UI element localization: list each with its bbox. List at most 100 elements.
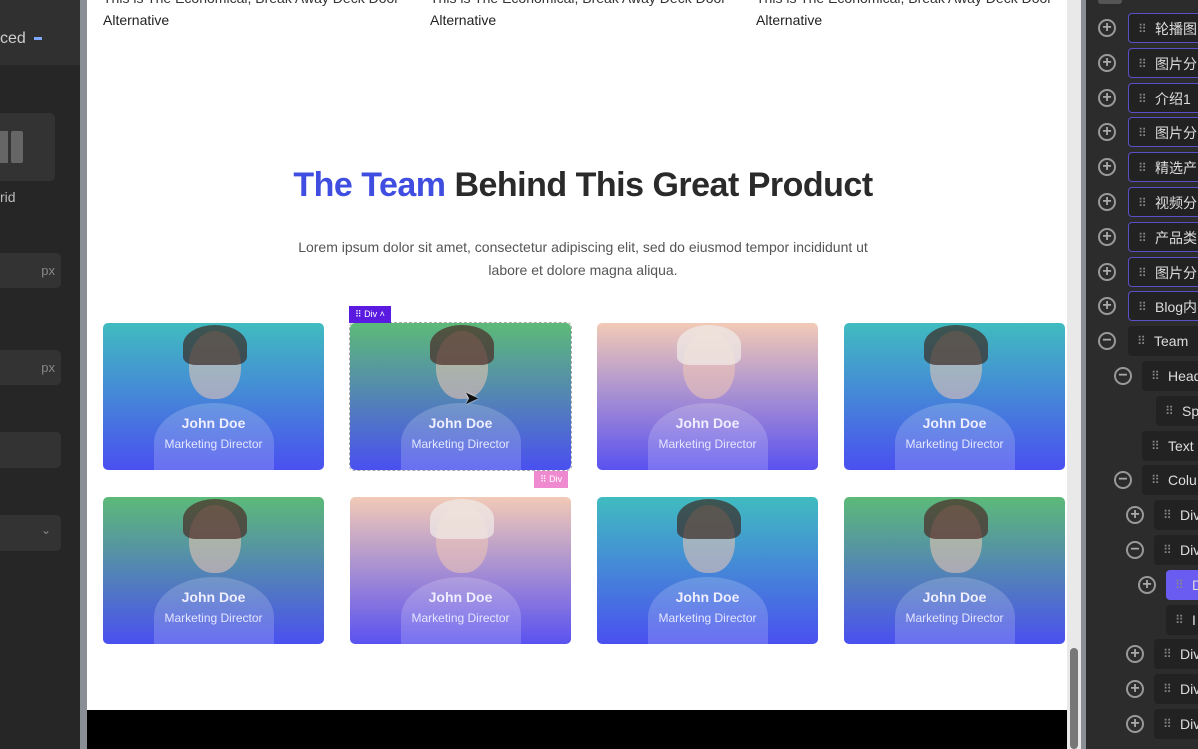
team-member-card[interactable]: John Doe Marketing Director: [103, 497, 324, 644]
collapse-icon[interactable]: [33, 37, 42, 41]
tree-item-label: D: [1192, 576, 1198, 593]
expand-icon[interactable]: +: [1098, 227, 1116, 246]
team-member-card[interactable]: John Doe Marketing Director: [350, 497, 571, 644]
drag-handle-icon[interactable]: ⠿: [1138, 292, 1147, 322]
expand-icon[interactable]: +: [1098, 193, 1116, 211]
expand-icon[interactable]: +: [1098, 19, 1116, 37]
tree-item[interactable]: ⠿ 图片分: [1128, 117, 1198, 148]
team-member-card[interactable]: John Doe Marketing Director: [844, 497, 1065, 644]
tree-item[interactable]: ⠿ Head: [1142, 361, 1198, 391]
collapse-icon[interactable]: −: [1098, 332, 1116, 351]
scrollbar-thumb[interactable]: [1070, 648, 1078, 749]
grid-label: rid: [0, 189, 16, 205]
tag-label: Div: [549, 474, 563, 484]
tree-item[interactable]: ⠿ 轮播图: [1128, 13, 1198, 43]
drag-handle-icon[interactable]: ⠿: [1163, 535, 1172, 565]
text-input[interactable]: [0, 432, 61, 468]
tree-item[interactable]: ⠿ Div: [1154, 709, 1198, 739]
tree-item[interactable]: ⠿ Div: [1154, 674, 1198, 705]
expand-icon[interactable]: +: [1098, 262, 1116, 281]
drag-handle-icon[interactable]: ⠿: [1165, 396, 1174, 426]
tree-item[interactable]: ⠿ Blog内: [1128, 291, 1198, 322]
team-member-card[interactable]: John Doe Marketing Director: [597, 497, 818, 644]
tree-item[interactable]: ⠿ 图片分: [1128, 47, 1198, 79]
collapse-icon[interactable]: −: [1114, 367, 1132, 385]
drag-handle-icon[interactable]: ⠿: [1175, 570, 1184, 600]
tree-item[interactable]: ⠿ Div: [1154, 535, 1198, 565]
height-input[interactable]: px: [0, 350, 61, 385]
expand-icon[interactable]: +: [1126, 506, 1144, 525]
member-name: John Doe: [675, 415, 740, 431]
tree-item-label: Sp: [1182, 402, 1198, 419]
drag-handle-icon[interactable]: ⠿: [1138, 153, 1147, 183]
unit-label: px: [41, 263, 55, 278]
grid-layout-option[interactable]: [0, 113, 55, 181]
drag-handle-icon[interactable]: ⠿: [1138, 49, 1147, 79]
tree-item[interactable]: ⠿ Div: [1154, 639, 1198, 670]
canvas-scrollbar[interactable]: [1067, 0, 1081, 749]
tree-item-label: Div: [1180, 542, 1198, 558]
tree-item[interactable]: ⠿ Div: [1154, 500, 1198, 531]
advanced-section-header[interactable]: ced: [0, 0, 80, 65]
tree-item[interactable]: ⠿ Text: [1142, 430, 1198, 461]
drag-handle-icon[interactable]: ⠿: [1138, 118, 1147, 148]
expand-icon[interactable]: +: [1098, 88, 1116, 107]
tree-item-label: 产品类: [1155, 229, 1197, 246]
expand-icon[interactable]: +: [1126, 715, 1144, 733]
team-member-card[interactable]: John Doe Marketing Director: [844, 323, 1065, 470]
tree-item[interactable]: ⠿ I: [1166, 604, 1198, 635]
drag-handle-icon[interactable]: ⠿: [1163, 639, 1172, 669]
collapse-icon[interactable]: −: [1114, 471, 1132, 490]
tree-item[interactable]: ⠿ 视频分: [1128, 187, 1198, 217]
expand-icon[interactable]: +: [1098, 123, 1116, 142]
tree-item[interactable]: ⠿ Team: [1128, 326, 1198, 357]
tree-item[interactable]: ⠿ 介绍1: [1128, 82, 1198, 114]
drag-handle-icon[interactable]: ⠿: [1163, 500, 1172, 530]
tree-item[interactable]: ⠿ 图片分: [1128, 256, 1198, 288]
drag-handle-icon[interactable]: ⠿: [1138, 14, 1147, 44]
tree-item-label: 轮播图: [1155, 21, 1197, 37]
element-tag-top[interactable]: ⠿ Div ˄: [349, 306, 391, 323]
title-highlight: The Team: [293, 166, 446, 204]
team-member-card[interactable]: John Doe Marketing Director: [103, 323, 324, 470]
product-card-text: Alternative: [430, 12, 497, 28]
drag-handle-icon[interactable]: ⠿: [1175, 605, 1184, 635]
element-tag-bottom[interactable]: ⠿ Div: [534, 471, 569, 488]
drag-handle-icon[interactable]: ⠿: [1138, 84, 1147, 114]
drag-handle-icon[interactable]: ⠿: [1151, 361, 1160, 391]
drag-handle-icon[interactable]: ⠿: [1138, 188, 1147, 218]
drag-handle-icon[interactable]: ⠿: [1151, 465, 1160, 495]
member-role: Marketing Director: [905, 611, 1004, 625]
section-title: ced: [0, 30, 26, 47]
drag-handle-icon[interactable]: ⠿: [1137, 326, 1146, 356]
select-dropdown[interactable]: ⌄: [0, 515, 61, 551]
team-member-card[interactable]: John Doe Marketing Director: [597, 323, 818, 470]
member-role: Marketing Director: [905, 437, 1004, 451]
width-input[interactable]: px: [0, 253, 61, 288]
drag-handle-icon[interactable]: ⠿: [1163, 709, 1172, 739]
expand-icon[interactable]: +: [1126, 645, 1144, 664]
tree-item-label: Team: [1154, 333, 1189, 350]
unit-label: px: [41, 360, 55, 375]
member-name: John Doe: [675, 589, 740, 605]
tree-item[interactable]: ⠿ Sp: [1156, 395, 1198, 426]
drag-handle-icon[interactable]: ⠿: [1151, 431, 1160, 461]
drag-handle-icon[interactable]: ⠿: [1138, 223, 1147, 253]
drag-handle-icon[interactable]: ⠿: [1138, 258, 1147, 288]
expand-icon[interactable]: +: [1126, 680, 1144, 699]
expand-icon[interactable]: +: [1098, 297, 1116, 316]
expand-icon[interactable]: +: [1138, 575, 1156, 594]
expand-icon[interactable]: +: [1098, 158, 1116, 177]
chevron-up-icon[interactable]: ˄: [380, 309, 385, 319]
settings-panel: ced rid px px ⌄: [0, 0, 80, 749]
tree-item-label: 图片分: [1155, 55, 1197, 72]
tree-item[interactable]: ⠿ D: [1166, 569, 1198, 600]
expand-icon[interactable]: +: [1098, 53, 1116, 72]
tree-item[interactable]: ⠿ 产品类: [1128, 221, 1198, 253]
tree-item-label: Div: [1180, 681, 1198, 698]
tree-item[interactable]: ⠿ Colu: [1142, 465, 1198, 496]
collapse-icon[interactable]: −: [1126, 541, 1144, 559]
member-name: John Doe: [922, 415, 987, 431]
tree-item[interactable]: ⠿ 精选产: [1128, 152, 1198, 183]
drag-handle-icon[interactable]: ⠿: [1163, 674, 1172, 704]
